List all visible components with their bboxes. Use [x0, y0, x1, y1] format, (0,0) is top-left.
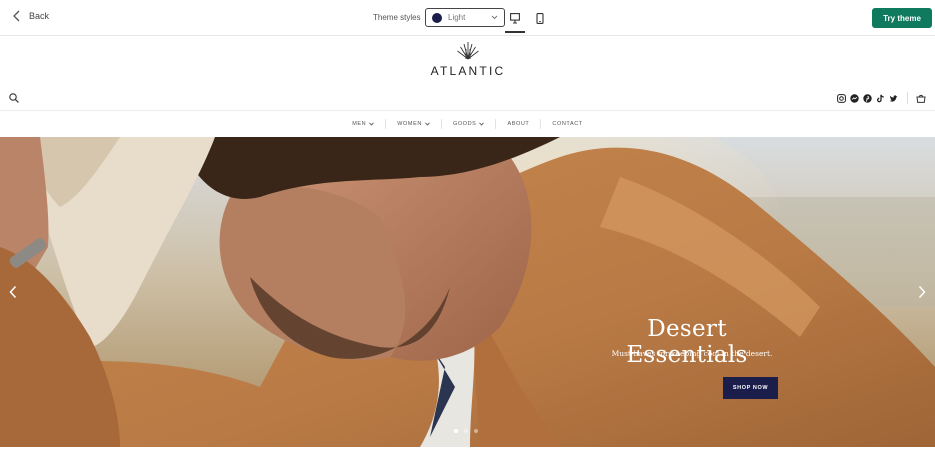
slide-indicators — [454, 429, 478, 433]
store-logo[interactable]: ATLANTIC — [420, 40, 516, 80]
hero-subtitle: Must-haves for keeping cool in the deser… — [611, 349, 773, 358]
previous-slide-arrow[interactable] — [8, 285, 18, 299]
nav-item-label: MEN — [352, 121, 367, 127]
theme-style-select[interactable]: Light — [425, 8, 505, 27]
nav-item-label: ABOUT — [507, 121, 530, 127]
next-slide-arrow[interactable] — [917, 285, 927, 299]
instagram-icon[interactable] — [837, 94, 846, 103]
hero-title: Desert Essentials — [626, 316, 748, 368]
chevron-left-icon — [13, 10, 20, 22]
slide-dot-3[interactable] — [474, 429, 478, 433]
nav-item-about[interactable]: ABOUT — [496, 121, 540, 127]
hero-image — [0, 137, 935, 447]
nav-item-label: GOODS — [452, 121, 477, 127]
mobile-icon — [536, 13, 544, 24]
back-button[interactable]: Back — [12, 10, 49, 22]
twitter-icon[interactable] — [889, 94, 898, 103]
header-divider — [907, 92, 908, 104]
shop-now-button[interactable]: SHOP NOW — [723, 377, 778, 399]
slide-dot-2[interactable] — [464, 429, 468, 433]
editor-toolbar: Back Theme styles Light Try theme — [0, 0, 935, 36]
nav-item-men[interactable]: MEN — [341, 121, 385, 127]
style-select-value: Light — [448, 13, 466, 22]
nav-item-label: WOMEN — [397, 121, 422, 127]
tiktok-icon[interactable] — [876, 94, 885, 103]
search-icon[interactable] — [9, 93, 19, 103]
desktop-icon — [510, 13, 520, 24]
hero-slideshow: Desert Essentials Must-haves for keeping… — [0, 137, 935, 447]
back-label: Back — [29, 11, 50, 21]
desktop-preview-button[interactable] — [505, 9, 525, 33]
chevron-down-icon — [479, 122, 485, 126]
theme-styles-label: Theme styles — [373, 13, 421, 22]
chevron-down-icon — [425, 122, 430, 126]
nav-item-contact[interactable]: CONTACT — [541, 121, 593, 127]
main-navigation: MEN WOMEN GOODS ABOUT CONTACT — [0, 111, 935, 137]
try-theme-button[interactable]: Try theme — [872, 8, 932, 28]
nav-item-label: CONTACT — [552, 121, 583, 127]
nav-item-goods[interactable]: GOODS — [442, 121, 495, 127]
nav-item-women[interactable]: WOMEN — [386, 121, 441, 127]
sun-rays-icon — [457, 42, 479, 60]
mobile-preview-button[interactable] — [530, 9, 550, 33]
shopping-bag-icon[interactable] — [916, 94, 926, 103]
style-swatch — [432, 12, 442, 23]
slide-dot-1[interactable] — [454, 429, 458, 433]
logo-text: ATLANTIC — [430, 64, 506, 78]
chevron-down-icon — [369, 122, 375, 126]
facebook-messenger-icon[interactable] — [850, 94, 859, 103]
social-links — [837, 94, 898, 103]
chevron-down-icon — [491, 15, 498, 20]
pinterest-icon[interactable] — [863, 94, 872, 103]
